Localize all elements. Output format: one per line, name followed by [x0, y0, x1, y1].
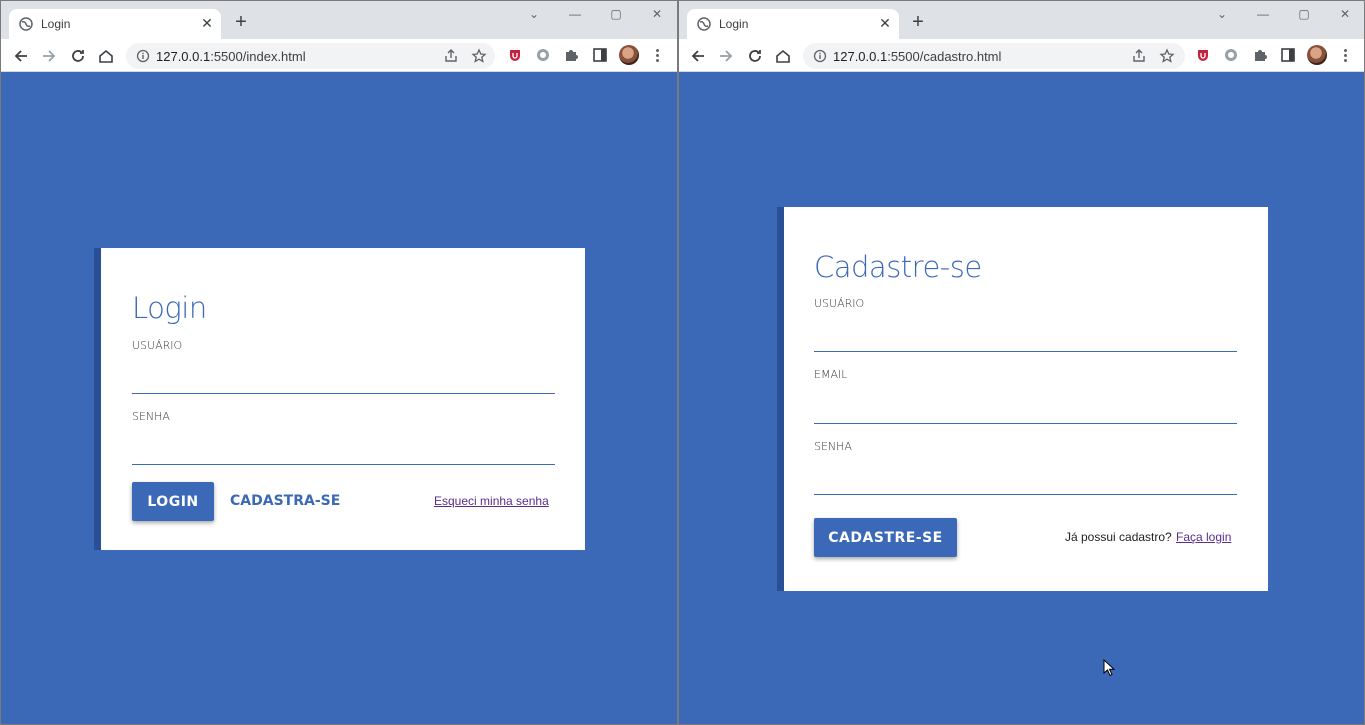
sidepanel-icon[interactable] [592, 47, 608, 63]
tab-title: Login [41, 17, 71, 31]
tab-strip: Login ✕ + ⌄ — ▢ ✕ [1, 1, 677, 39]
login-card: Login USUÁRIO SENHA LOGIN CADASTRA-SE Es… [94, 248, 585, 550]
password-input[interactable] [814, 475, 1237, 495]
menu-icon[interactable] [1342, 47, 1348, 65]
address-bar[interactable]: 127.0.0.1:5500/cadastro.html [803, 43, 1185, 69]
minimize-icon[interactable]: — [564, 7, 586, 23]
info-icon[interactable] [813, 49, 827, 63]
login-button[interactable]: LOGIN [132, 482, 214, 521]
puzzle-icon[interactable] [1252, 47, 1268, 63]
user-label: USUÁRIO [814, 297, 865, 310]
extension-icon[interactable] [507, 47, 523, 63]
user-input[interactable] [814, 332, 1237, 352]
toolbar: 127.0.0.1:5500/cadastro.html [679, 39, 1364, 72]
tab-search-icon[interactable]: ⌄ [1211, 7, 1233, 23]
password-label: SENHA [132, 410, 170, 423]
reload-icon[interactable] [745, 46, 765, 66]
cursor-icon [1103, 659, 1115, 677]
window-close-icon[interactable]: ✕ [646, 7, 668, 23]
info-icon[interactable] [136, 49, 150, 63]
plus-icon[interactable]: + [910, 12, 926, 32]
user-label: USUÁRIO [132, 339, 183, 352]
close-icon[interactable]: ✕ [199, 15, 215, 31]
email-input[interactable] [814, 404, 1237, 424]
url-text: 127.0.0.1:5500/index.html [156, 49, 306, 64]
home-icon[interactable] [96, 46, 116, 66]
share-icon[interactable] [1131, 48, 1147, 64]
globe-icon [697, 17, 711, 31]
register-card: Cadastre-se USUÁRIO EMAIL SENHA CADASTRE… [777, 207, 1268, 591]
back-icon[interactable] [11, 46, 31, 66]
puzzle-icon[interactable] [563, 47, 579, 63]
password-label: SENHA [814, 440, 852, 453]
login-link[interactable]: Faça login [1176, 530, 1231, 544]
forward-icon[interactable] [39, 46, 59, 66]
extension-icon[interactable] [1223, 47, 1239, 63]
close-icon[interactable]: ✕ [877, 15, 893, 31]
tab-search-icon[interactable]: ⌄ [523, 7, 545, 23]
forward-icon[interactable] [716, 46, 736, 66]
forgot-password-link[interactable]: Esqueci minha senha [434, 494, 549, 508]
menu-icon[interactable] [654, 47, 660, 65]
back-icon[interactable] [688, 46, 708, 66]
maximize-icon[interactable]: ▢ [605, 7, 627, 23]
star-icon[interactable] [471, 48, 487, 64]
register-link[interactable]: CADASTRA-SE [230, 493, 340, 509]
tab-login[interactable]: Login ✕ [687, 9, 899, 39]
share-icon[interactable] [443, 48, 459, 64]
address-bar[interactable]: 127.0.0.1:5500/index.html [126, 43, 495, 69]
avatar[interactable] [619, 45, 639, 65]
toolbar: 127.0.0.1:5500/index.html [1, 39, 677, 72]
minimize-icon[interactable]: — [1252, 7, 1274, 23]
window-close-icon[interactable]: ✕ [1334, 7, 1356, 23]
maximize-icon[interactable]: ▢ [1293, 7, 1315, 23]
plus-icon[interactable]: + [233, 12, 249, 32]
url-text: 127.0.0.1:5500/cadastro.html [833, 49, 1002, 64]
home-icon[interactable] [773, 46, 793, 66]
email-label: EMAIL [814, 368, 848, 381]
already-registered-text: Já possui cadastro? [1065, 530, 1172, 544]
globe-icon [19, 17, 33, 31]
tab-strip: Login ✕ + ⌄ — ▢ ✕ [679, 1, 1364, 39]
star-icon[interactable] [1159, 48, 1175, 64]
register-button[interactable]: CADASTRE-SE [814, 518, 957, 557]
reload-icon[interactable] [68, 46, 88, 66]
tab-login[interactable]: Login ✕ [9, 9, 221, 39]
page-title: Cadastre-se [814, 250, 982, 284]
page-title: Login [132, 291, 207, 325]
extension-icon[interactable] [535, 47, 551, 63]
sidepanel-icon[interactable] [1280, 47, 1296, 63]
avatar[interactable] [1307, 45, 1327, 65]
tab-title: Login [719, 17, 749, 31]
extension-icon[interactable] [1195, 47, 1211, 63]
browser-window-right: Login ✕ + ⌄ — ▢ ✕ 127.0.0.1:5500/cadastr… [678, 0, 1365, 725]
user-input[interactable] [132, 374, 555, 394]
password-input[interactable] [132, 445, 555, 465]
browser-window-left: Login ✕ + ⌄ — ▢ ✕ 127.0.0.1:5500/index.h… [0, 0, 678, 725]
